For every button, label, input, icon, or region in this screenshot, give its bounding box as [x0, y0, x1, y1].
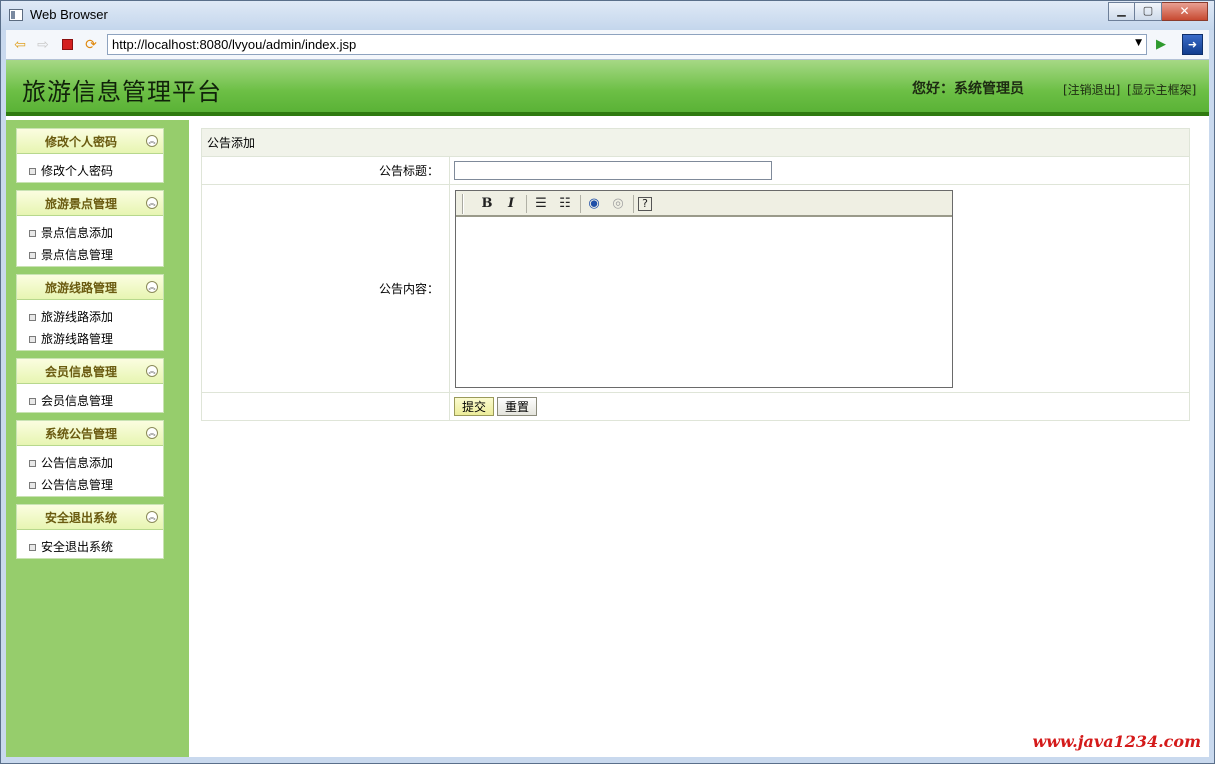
toolbar-separator [526, 194, 527, 213]
content-label: 公告内容： [201, 184, 450, 393]
watermark: www.java1234.com [1032, 732, 1201, 751]
menu-group-title: 系统公告管理 [44, 427, 117, 441]
insert-link-icon[interactable]: ◉ [585, 195, 603, 212]
sidebar-item-manage-members[interactable]: 会员信息管理 [17, 390, 163, 412]
remove-link-icon[interactable]: ◎ [609, 195, 627, 212]
sidebar-item-manage-routes[interactable]: 旅游线路管理 [17, 328, 163, 350]
collapse-icon[interactable]: ︽ [146, 281, 158, 293]
collapse-icon[interactable]: ︽ [146, 135, 158, 147]
toolbar-separator [633, 194, 634, 213]
form-caption: 公告添加 [201, 128, 1190, 157]
stop-icon[interactable] [60, 37, 76, 53]
sidebar: 修改个人密码 ︽ 修改个人密码 旅游景点管理 ︽ 景点信息添加 景点信息管理 旅… [6, 120, 189, 757]
page-viewport: 旅游信息管理平台 您好：系统管理员 [注销退出] [显示主框架] 修改个人密码 … [6, 60, 1209, 757]
collapse-icon[interactable]: ︽ [146, 511, 158, 523]
external-open-icon[interactable]: ➜ [1182, 34, 1203, 55]
window-controls: ▁ ▢ ✕ [1108, 2, 1208, 21]
announcement-title-input[interactable] [454, 161, 772, 180]
menu-group-members: 会员信息管理 ︽ 会员信息管理 [16, 358, 164, 413]
ordered-list-icon[interactable]: ☰ [532, 195, 550, 212]
title-bar: Web Browser ▁ ▢ ✕ [1, 1, 1214, 30]
menu-group-routes: 旅游线路管理 ︽ 旅游线路添加 旅游线路管理 [16, 274, 164, 351]
minimize-icon: ▁ [1117, 4, 1126, 17]
logout-link[interactable]: [注销退出] [1063, 81, 1120, 98]
rich-text-editor: B I ☰ ☷ ◉ ◎ ? [455, 189, 953, 388]
address-toolbar: ⇦ ⇨ ⟳ ▼ ▶ ➜ [6, 30, 1209, 60]
sidebar-item-add-attraction[interactable]: 景点信息添加 [17, 222, 163, 244]
toolbar-grip [462, 193, 464, 214]
menu-group-header[interactable]: 旅游景点管理 ︽ [17, 191, 163, 216]
button-cell: 提交 重置 [449, 392, 1190, 421]
close-button[interactable]: ✕ [1162, 2, 1208, 21]
editor-toolbar: B I ☰ ☷ ◉ ◎ ? [456, 190, 952, 217]
main-content: 公告添加 公告标题： 公告内容： B I ☰ ☷ ◉ ◎ ? 提交 重置 [201, 128, 1190, 421]
unordered-list-icon[interactable]: ☷ [556, 195, 574, 212]
menu-group-header[interactable]: 会员信息管理 ︽ [17, 359, 163, 384]
menu-group-header[interactable]: 系统公告管理 ︽ [17, 421, 163, 446]
close-icon: ✕ [1179, 4, 1190, 18]
reset-button[interactable]: 重置 [497, 397, 538, 416]
sidebar-item-manage-announcements[interactable]: 公告信息管理 [17, 474, 163, 496]
sidebar-item-safe-exit[interactable]: 安全退出系统 [17, 536, 163, 558]
sidebar-item-change-password[interactable]: 修改个人密码 [17, 160, 163, 182]
menu-group-attractions: 旅游景点管理 ︽ 景点信息添加 景点信息管理 [16, 190, 164, 267]
go-icon[interactable]: ▶ [1153, 37, 1169, 53]
menu-group-header[interactable]: 旅游线路管理 ︽ [17, 275, 163, 300]
submit-button[interactable]: 提交 [454, 397, 495, 416]
menu-group-password: 修改个人密码 ︽ 修改个人密码 [16, 128, 164, 183]
italic-button[interactable]: I [502, 195, 520, 212]
title-cell [449, 156, 1190, 185]
toolbar-separator [580, 194, 581, 213]
sidebar-item-add-announcement[interactable]: 公告信息添加 [17, 452, 163, 474]
greeting-text: 您好：系统管理员 [912, 81, 1024, 97]
button-row-label [201, 392, 450, 421]
refresh-icon[interactable]: ⟳ [83, 37, 99, 53]
back-arrow-icon[interactable]: ⇦ [12, 37, 28, 53]
chevron-down-icon[interactable]: ▼ [1135, 38, 1142, 48]
menu-group-title: 旅游线路管理 [44, 281, 117, 295]
forward-arrow-icon[interactable]: ⇨ [35, 37, 51, 53]
collapse-icon[interactable]: ︽ [146, 427, 158, 439]
menu-group-header[interactable]: 修改个人密码 ︽ [17, 129, 163, 154]
bold-button[interactable]: B [478, 195, 496, 212]
menu-group-title: 会员信息管理 [44, 365, 117, 379]
help-icon[interactable]: ? [638, 196, 652, 211]
menu-group-title: 安全退出系统 [44, 511, 117, 525]
url-input[interactable] [108, 35, 1118, 54]
browser-window: Web Browser ▁ ▢ ✕ ⇦ ⇨ ⟳ ▼ ▶ ➜ 旅游信息管理平台 您… [0, 0, 1215, 764]
maximize-icon: ▢ [1142, 4, 1154, 17]
site-title: 旅游信息管理平台 [22, 78, 222, 106]
maximize-button[interactable]: ▢ [1135, 2, 1162, 21]
site-header: 旅游信息管理平台 您好：系统管理员 [注销退出] [显示主框架] [6, 60, 1209, 116]
announcement-form: 公告添加 公告标题： 公告内容： B I ☰ ☷ ◉ ◎ ? 提交 重置 [201, 128, 1190, 421]
menu-group-announcements: 系统公告管理 ︽ 公告信息添加 公告信息管理 [16, 420, 164, 497]
title-label: 公告标题： [201, 156, 450, 185]
collapse-icon[interactable]: ︽ [146, 365, 158, 377]
menu-group-header[interactable]: 安全退出系统 ︽ [17, 505, 163, 530]
content-cell: B I ☰ ☷ ◉ ◎ ? [449, 184, 1190, 393]
menu-group-title: 修改个人密码 [44, 135, 117, 149]
announcement-content-editor[interactable] [456, 216, 952, 387]
menu-group-exit: 安全退出系统 ︽ 安全退出系统 [16, 504, 164, 559]
window-title: Web Browser [30, 7, 108, 22]
sidebar-item-add-route[interactable]: 旅游线路添加 [17, 306, 163, 328]
menu-group-title: 旅游景点管理 [44, 197, 117, 211]
browser-app-icon [9, 9, 23, 21]
address-bar[interactable]: ▼ [107, 34, 1147, 55]
minimize-button[interactable]: ▁ [1108, 2, 1135, 21]
collapse-icon[interactable]: ︽ [146, 197, 158, 209]
show-main-frame-link[interactable]: [显示主框架] [1127, 81, 1196, 98]
sidebar-item-manage-attractions[interactable]: 景点信息管理 [17, 244, 163, 266]
